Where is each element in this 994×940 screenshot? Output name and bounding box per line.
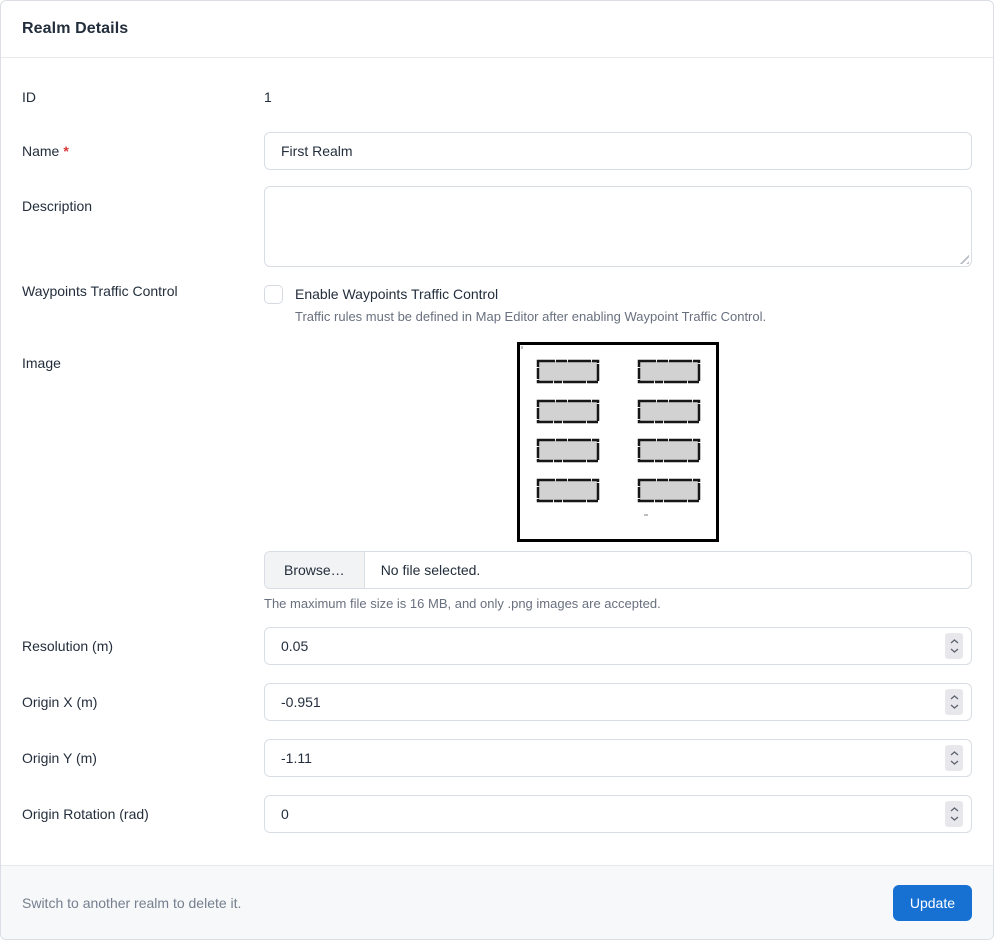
spinner-down-button[interactable] xyxy=(948,703,960,709)
waypoints-help-text: Traffic rules must be defined in Map Edi… xyxy=(295,308,766,326)
image-label: Image xyxy=(22,342,61,371)
resolution-spinner xyxy=(945,633,963,659)
form-row-origin-y: Origin Y (m) xyxy=(22,739,972,777)
spinner-up-button[interactable] xyxy=(948,638,960,644)
file-status-text: No file selected. xyxy=(365,552,497,588)
spinner-up-button[interactable] xyxy=(948,750,960,756)
name-input[interactable] xyxy=(264,132,972,170)
realm-map-image xyxy=(517,342,719,542)
image-file-input[interactable]: Browse… No file selected. xyxy=(264,551,972,589)
origin-rotation-input[interactable] xyxy=(264,795,972,833)
realm-form: ID 1 Name* Description Waypoints Traffic… xyxy=(1,58,993,865)
origin-y-label: Origin Y (m) xyxy=(22,750,97,766)
form-row-resolution: Resolution (m) xyxy=(22,627,972,665)
waypoints-traffic-control-checkbox[interactable] xyxy=(264,285,283,304)
form-row-origin-x: Origin X (m) xyxy=(22,683,972,721)
chevron-up-icon xyxy=(950,695,959,700)
waypoints-checkbox-label[interactable]: Enable Waypoints Traffic Control xyxy=(295,285,766,304)
origin-x-spinner xyxy=(945,689,963,715)
delete-note: Switch to another realm to delete it. xyxy=(22,895,241,911)
chevron-up-icon xyxy=(950,751,959,756)
id-value: 1 xyxy=(264,89,272,105)
chevron-down-icon xyxy=(950,704,959,709)
map-image-wrap xyxy=(264,342,972,542)
origin-rotation-spinner xyxy=(945,801,963,827)
chevron-down-icon xyxy=(950,760,959,765)
resolution-label: Resolution (m) xyxy=(22,638,113,654)
spinner-down-button[interactable] xyxy=(948,647,960,653)
form-row-id: ID 1 xyxy=(22,78,972,116)
form-row-description: Description xyxy=(22,186,972,267)
page-title: Realm Details xyxy=(22,20,128,38)
description-label: Description xyxy=(22,186,92,214)
form-row-waypoints-traffic-control: Waypoints Traffic Control Enable Waypoin… xyxy=(22,283,972,326)
form-row-origin-rotation: Origin Rotation (rad) xyxy=(22,795,972,833)
resolution-input[interactable] xyxy=(264,627,972,665)
origin-rotation-label: Origin Rotation (rad) xyxy=(22,806,149,822)
required-asterisk: * xyxy=(63,143,68,159)
chevron-down-icon xyxy=(950,816,959,821)
chevron-up-icon xyxy=(950,639,959,644)
card-footer: Switch to another realm to delete it. Up… xyxy=(1,865,993,939)
origin-x-label: Origin X (m) xyxy=(22,694,97,710)
browse-button[interactable]: Browse… xyxy=(265,552,365,588)
card-header: Realm Details xyxy=(1,1,993,58)
image-help-text: The maximum file size is 16 MB, and only… xyxy=(264,596,972,611)
origin-x-input[interactable] xyxy=(264,683,972,721)
form-row-image: Image Browse… No file selected. The maxi… xyxy=(22,342,972,611)
name-label: Name xyxy=(22,143,59,159)
update-button[interactable]: Update xyxy=(893,885,972,921)
chevron-down-icon xyxy=(950,648,959,653)
origin-y-input[interactable] xyxy=(264,739,972,777)
spinner-down-button[interactable] xyxy=(948,759,960,765)
spinner-up-button[interactable] xyxy=(948,806,960,812)
realm-details-card: Realm Details ID 1 Name* Description xyxy=(0,0,994,940)
origin-y-spinner xyxy=(945,745,963,771)
chevron-up-icon xyxy=(950,807,959,812)
spinner-up-button[interactable] xyxy=(948,694,960,700)
waypoints-traffic-control-label: Waypoints Traffic Control xyxy=(22,272,178,299)
form-row-name: Name* xyxy=(22,132,972,170)
description-textarea[interactable] xyxy=(264,186,972,267)
id-label: ID xyxy=(22,89,36,105)
spinner-down-button[interactable] xyxy=(948,815,960,821)
